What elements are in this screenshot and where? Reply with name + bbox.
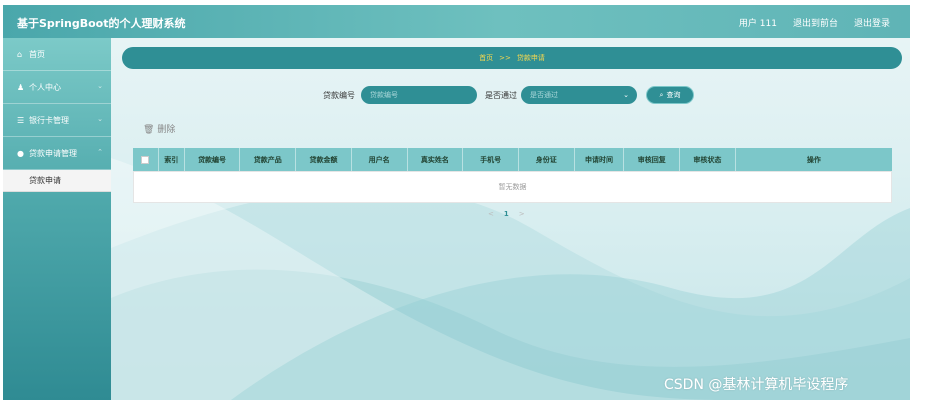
sidebar-item-label: 贷款申请管理 <box>29 148 77 158</box>
col-id-card: 身份证 <box>519 148 575 171</box>
approved-select-placeholder: 是否通过 <box>530 91 558 99</box>
table-empty-row: 暂无数据 <box>133 171 892 203</box>
col-username: 用户名 <box>352 148 408 171</box>
sidebar-item-label: 银行卡管理 <box>29 115 69 125</box>
loan-table: 索引 贷款编号 贷款产品 贷款金额 用户名 真实姓名 手机号 身份证 申请时间 … <box>133 148 892 203</box>
loan-no-input[interactable]: 贷款编号 <box>361 86 477 104</box>
loan-no-label: 贷款编号 <box>323 91 355 100</box>
chevron-down-icon: ⌄ <box>97 82 103 90</box>
approved-select[interactable]: 是否通过 ⌄ <box>521 86 637 104</box>
chevron-down-icon: ⌄ <box>97 115 103 123</box>
home-icon: ⌂ <box>17 49 23 59</box>
sidebar-item-loan-management[interactable]: ● 贷款申请管理 ⌃ <box>3 137 111 170</box>
breadcrumb-separator: >> <box>499 54 511 62</box>
delete-button-label: 删除 <box>157 125 176 135</box>
user-icon: ♟ <box>17 82 25 92</box>
chevron-up-icon: ⌃ <box>97 148 103 156</box>
sidebar-subitem-loan-application[interactable]: 贷款申请 <box>3 170 111 192</box>
trash-icon: 🗑 <box>143 125 155 135</box>
select-all-checkbox[interactable] <box>133 148 159 171</box>
sidebar: ⌂ 首页 ♟ 个人中心 ⌄ ☰ 银行卡管理 ⌄ ● 贷款申请管理 ⌃ 贷款申请 <box>3 38 111 400</box>
pagination: < 1 > <box>488 210 525 218</box>
app-title: 基于SpringBoot的个人理财系统 <box>17 17 186 30</box>
watermark: CSDN @基林计算机毕设程序 <box>664 377 849 393</box>
approved-label: 是否通过 <box>485 91 517 100</box>
col-loan-amount: 贷款金额 <box>296 148 352 171</box>
query-button[interactable]: ⌕ 查询 <box>646 86 694 104</box>
search-bar: 贷款编号 贷款编号 是否通过 是否通过 ⌄ ⌕ 查询 <box>111 86 910 104</box>
col-loan-no: 贷款编号 <box>185 148 241 171</box>
chevron-down-icon: ⌄ <box>623 91 629 99</box>
sidebar-item-bank-card[interactable]: ☰ 银行卡管理 ⌄ <box>3 104 111 137</box>
sidebar-item-personal-center[interactable]: ♟ 个人中心 ⌄ <box>3 71 111 104</box>
top-right-links: 用户 111 退出到前台 退出登录 <box>739 16 890 29</box>
sidebar-item-label: 个人中心 <box>29 82 61 92</box>
prev-page-button[interactable]: < <box>488 210 494 218</box>
next-page-button[interactable]: > <box>519 210 525 218</box>
page-1-button[interactable]: 1 <box>504 210 509 218</box>
col-actions: 操作 <box>806 155 821 164</box>
col-real-name: 真实姓名 <box>408 148 464 171</box>
logout-link[interactable]: 退出登录 <box>854 16 890 29</box>
col-review-status: 审核状态 <box>680 148 736 171</box>
pin-icon: ● <box>17 148 24 158</box>
sidebar-item-home[interactable]: ⌂ 首页 <box>3 38 111 71</box>
sidebar-subitem-label: 贷款申请 <box>29 176 61 185</box>
back-to-front-link[interactable]: 退出到前台 <box>793 16 838 29</box>
query-button-label: 查询 <box>666 91 681 99</box>
col-review-reply: 审核回复 <box>624 148 681 171</box>
col-apply-time: 申请时间 <box>575 148 625 171</box>
col-loan-product: 贷款产品 <box>240 148 297 171</box>
table-header: 索引 贷款编号 贷款产品 贷款金额 用户名 真实姓名 手机号 身份证 申请时间 … <box>133 148 892 171</box>
col-index: 索引 <box>159 148 185 171</box>
breadcrumb-home[interactable]: 首页 <box>479 53 493 63</box>
list-icon: ☰ <box>17 115 25 125</box>
breadcrumb-current: 贷款申请 <box>516 54 545 62</box>
col-phone: 手机号 <box>463 148 519 171</box>
sidebar-item-label: 首页 <box>29 49 45 59</box>
search-icon: ⌕ <box>659 90 664 99</box>
app-window: 基于SpringBoot的个人理财系统 用户 111 退出到前台 退出登录 ⌂ … <box>0 0 930 403</box>
breadcrumb: 首页 >> 贷款申请 <box>122 47 902 69</box>
user-name-link[interactable]: 用户 111 <box>739 16 777 29</box>
delete-button[interactable]: 🗑 删除 <box>143 122 175 135</box>
top-bar: 基于SpringBoot的个人理财系统 用户 111 退出到前台 退出登录 <box>3 5 910 38</box>
main-content: 首页 >> 贷款申请 贷款编号 贷款编号 是否通过 是否通过 ⌄ ⌕ 查询 🗑 … <box>111 38 910 400</box>
